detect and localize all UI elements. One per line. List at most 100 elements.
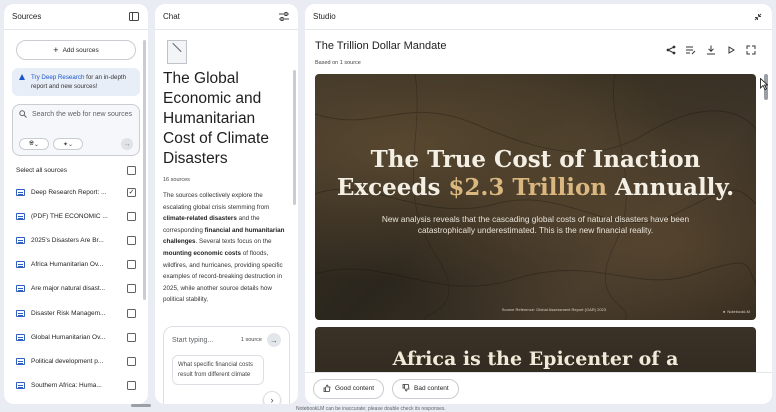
research-mode-dropdown[interactable]: ✦ ⌄	[53, 138, 83, 150]
sources-title: Sources	[12, 12, 42, 21]
document-icon	[16, 309, 25, 317]
chevron-down-icon: ⌄	[33, 141, 39, 148]
fullscreen-icon[interactable]	[746, 45, 756, 55]
select-all-checkbox[interactable]	[127, 165, 136, 175]
horizontal-scrollbar[interactable]	[131, 404, 151, 407]
collapse-icon[interactable]	[752, 11, 764, 23]
summary-text: The sources collectively explore the esc…	[163, 192, 270, 211]
headline-line1: The True Cost of Inaction	[370, 146, 701, 173]
source-name: (PDF) THE ECONOMIC ...	[31, 212, 108, 220]
download-icon[interactable]	[706, 45, 716, 55]
deep-research-icon	[18, 73, 26, 91]
document-icon	[16, 285, 25, 293]
source-item[interactable]: (PDF) THE ECONOMIC ...	[4, 204, 148, 228]
source-list: Deep Research Report: ... ✓ (PDF) THE ECON…	[4, 180, 148, 404]
studio-title: Studio	[313, 12, 336, 21]
play-icon[interactable]	[726, 45, 736, 55]
studio-toolbar	[666, 45, 756, 55]
source-item[interactable]: Political development p...	[4, 349, 148, 373]
chat-header: Chat	[155, 4, 298, 30]
chat-panel: Chat The Global Economic and Humanitaria…	[155, 4, 298, 404]
web-search-box[interactable]: Search the web for new sources 🌐︎ ⌄ ✦ ⌄ →	[12, 104, 140, 156]
source-name: Disaster Risk Managem...	[31, 309, 106, 317]
source-checkbox[interactable]	[127, 356, 136, 366]
web-search-input[interactable]: Search the web for new sources	[32, 110, 132, 122]
summary-bold: mounting economic costs	[163, 249, 242, 257]
share-icon[interactable]	[666, 45, 676, 55]
source-item[interactable]: 2025's Disasters Are Br...	[4, 228, 148, 252]
summary-text: of floods, wildfires, and hurricanes, pr…	[163, 249, 283, 304]
source-checkbox[interactable]	[127, 308, 136, 318]
suggested-question[interactable]: What specific financial costs result fro…	[172, 355, 264, 385]
source-item[interactable]: Deep Research Report: ... ✓	[4, 180, 148, 204]
source-name: Southern Africa: Huma...	[31, 382, 102, 390]
document-icon	[16, 382, 25, 390]
notebook-summary: The sources collectively explore the esc…	[163, 190, 290, 306]
source-checkbox[interactable]: ✓	[127, 187, 136, 197]
slide2-heading: Africa is the Epicenter of a	[392, 348, 679, 370]
chat-scrollbar[interactable]	[293, 70, 296, 205]
select-all-row[interactable]: Select all sources	[16, 164, 136, 176]
disclaimer: NotebookLM can be inaccurate; please dou…	[296, 406, 446, 412]
document-icon	[16, 261, 25, 269]
notebooklm-logo-icon: ●	[722, 309, 726, 314]
thumbs-up-icon	[323, 384, 331, 394]
sources-panel: Sources + Add sources Try Deep Research …	[4, 4, 148, 404]
slide-headline: The True Cost of Inaction Exceeds $2.3 T…	[315, 146, 756, 202]
submit-search-button[interactable]: →	[121, 138, 133, 150]
source-checkbox[interactable]	[127, 260, 136, 270]
chat-input[interactable]: Start typing...	[172, 337, 213, 344]
source-checkbox[interactable]	[127, 211, 136, 221]
send-button[interactable]: →	[267, 333, 281, 347]
notebook-icon	[167, 40, 187, 64]
document-icon	[16, 333, 25, 341]
document-icon	[16, 236, 25, 244]
sources-scrollbar[interactable]	[143, 40, 146, 300]
brand-mark: ● NotebookLM	[722, 309, 750, 314]
source-count: 16 sources	[163, 177, 190, 183]
deep-research-link[interactable]: Try Deep Research	[31, 74, 84, 81]
headline-amount: $2.3 Trillion	[448, 174, 608, 201]
collapse-panel-icon[interactable]	[128, 11, 140, 23]
source-item[interactable]: Disaster Risk Managem...	[4, 301, 148, 325]
source-name: Are major natural disast...	[31, 285, 106, 293]
report-title: The Trillion Dollar Mandate	[315, 40, 447, 52]
source-reference: Source Reference: Global Assessment Repo…	[501, 307, 606, 312]
arrow-right-icon: →	[270, 335, 278, 345]
source-item[interactable]: Are major natural disast...	[4, 277, 148, 301]
web-source-dropdown[interactable]: 🌐︎ ⌄	[19, 138, 49, 150]
source-name: 2025's Disasters Are Br...	[31, 236, 104, 244]
chat-title: Chat	[163, 12, 180, 21]
summary-bold: climate-related disasters	[163, 215, 237, 223]
source-name: Global Humanitarian Ov...	[31, 333, 106, 341]
source-checkbox[interactable]	[127, 284, 136, 294]
document-icon	[16, 188, 25, 196]
source-checkbox[interactable]	[127, 235, 136, 245]
next-suggestion-button[interactable]: ›	[263, 391, 281, 404]
search-icon	[19, 110, 27, 122]
slide-title: The True Cost of Inaction Exceeds $2.3 T…	[315, 74, 756, 320]
deep-research-promo[interactable]: Try Deep Research for an in-depth report…	[12, 68, 140, 96]
source-badge: 1 source	[240, 337, 262, 343]
based-on-label: Based on 1 source	[315, 60, 361, 66]
source-checkbox[interactable]	[127, 332, 136, 342]
studio-panel: Studio The Trillion Dollar Mandate Based…	[305, 4, 772, 404]
good-content-button[interactable]: Good content	[313, 378, 385, 399]
source-item[interactable]: Southern Africa: Huma...	[4, 398, 148, 404]
document-icon	[16, 212, 25, 220]
edit-list-icon[interactable]	[686, 45, 696, 55]
source-checkbox[interactable]	[127, 381, 136, 391]
select-all-label: Select all sources	[16, 166, 67, 174]
arrow-right-icon: →	[123, 140, 131, 148]
plus-icon: +	[53, 45, 59, 55]
source-item[interactable]: Africa Humanitarian Ov...	[4, 253, 148, 277]
chevron-right-icon: ›	[270, 395, 274, 404]
bad-content-button[interactable]: Bad content	[392, 378, 459, 399]
tune-icon[interactable]	[278, 11, 290, 23]
source-item[interactable]: Southern Africa: Huma...	[4, 374, 148, 398]
slide-subtitle: New analysis reveals that the cascading …	[381, 214, 690, 235]
document-icon	[16, 357, 25, 365]
add-sources-button[interactable]: + Add sources	[16, 40, 136, 60]
source-item[interactable]: Global Humanitarian Ov...	[4, 325, 148, 349]
chevron-down-icon: ⌄	[68, 141, 74, 148]
